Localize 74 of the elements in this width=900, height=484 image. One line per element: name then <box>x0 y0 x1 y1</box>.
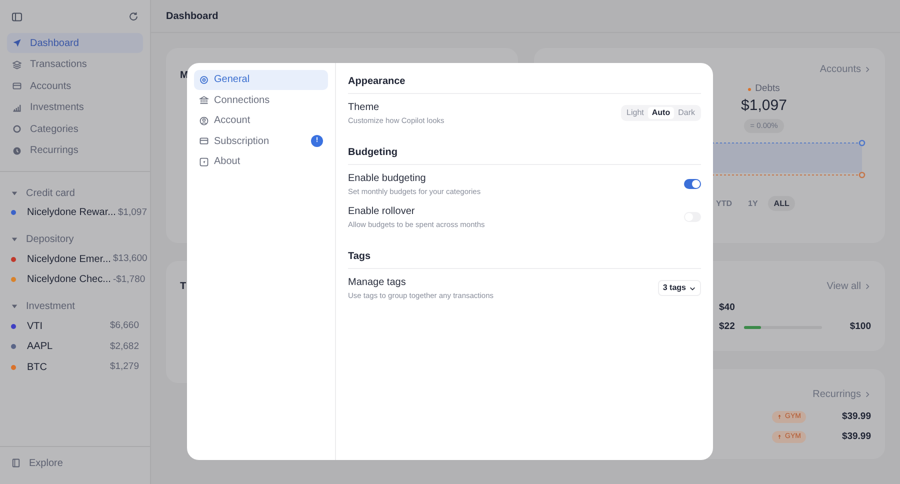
range-tab[interactable]: 1Y <box>742 196 764 212</box>
account-name[interactable]: VTI <box>27 318 43 334</box>
header-link[interactable]: Recurrings <box>812 381 871 407</box>
settings-tab[interactable]: Account <box>194 111 328 130</box>
arrow-up-icon <box>777 434 782 440</box>
account-amount: $1,279 <box>108 360 139 374</box>
chevron-down-icon <box>689 284 696 292</box>
header-link[interactable]: View all <box>826 273 871 299</box>
nav-item[interactable]: Dashboard <box>7 33 143 53</box>
send-icon <box>12 38 22 48</box>
ring-icon <box>12 124 22 134</box>
group-header[interactable]: Investment <box>11 298 139 316</box>
card-icon <box>12 81 22 91</box>
toggle-switch[interactable] <box>684 179 701 189</box>
card-icon <box>199 136 209 146</box>
chevron-icon <box>864 66 871 72</box>
range-tab[interactable]: ALL <box>768 196 796 212</box>
account-name[interactable]: AAPL <box>27 339 53 354</box>
section-title: Appearance <box>348 74 701 94</box>
settings-tab[interactable]: Connections <box>194 90 328 110</box>
arrow-square-icon <box>199 156 209 167</box>
account-amount: $6,660 <box>108 319 139 334</box>
settings-tab[interactable]: General <box>194 70 328 90</box>
nav-item[interactable]: Transactions <box>7 54 143 74</box>
bank-icon <box>199 95 209 106</box>
card-title: T <box>180 281 186 292</box>
page-title: Dashboard <box>166 10 218 24</box>
budget-spent: $22 <box>719 320 736 334</box>
account-amount: $13,600 <box>112 252 148 266</box>
arrow-up-icon <box>777 414 782 420</box>
group-header[interactable]: Credit card <box>11 184 139 202</box>
range-tab[interactable]: YTD <box>710 196 738 212</box>
debts-value: $1,097 <box>741 96 787 116</box>
account-name[interactable]: Nicelydone Rewar... <box>27 205 116 220</box>
account-name[interactable]: Nicelydone Emer... <box>27 252 111 267</box>
settings-tab[interactable]: About <box>194 152 328 172</box>
setting-title: Theme <box>348 100 380 114</box>
tags-dropdown[interactable]: 3 tags <box>658 280 701 296</box>
recurring-amount: $39.99 <box>842 430 871 444</box>
footer-link[interactable]: Explore <box>11 455 139 471</box>
chevron-icon <box>864 390 871 398</box>
budget-spent: $40 <box>719 301 736 316</box>
header-link[interactable]: Accounts <box>820 60 871 78</box>
account-amount: -$1,780 <box>112 272 146 287</box>
chevron-icon <box>864 282 871 290</box>
section-title: Tags <box>348 249 701 269</box>
card-title: M <box>180 70 188 81</box>
section-title: Budgeting <box>348 145 701 165</box>
gear-icon <box>199 74 209 85</box>
nav-item[interactable]: Investments <box>7 98 143 118</box>
setting-title: Enable rollover <box>348 204 416 218</box>
account-amount: $1,097 <box>116 206 147 220</box>
setting-title: Manage tags <box>348 276 407 290</box>
theme-option[interactable]: Auto <box>648 107 674 119</box>
account-name[interactable]: BTC <box>27 360 47 375</box>
account-amount: $2,682 <box>108 340 139 354</box>
recurring-amount: $39.99 <box>842 410 871 424</box>
setting-title: Enable budgeting <box>348 172 427 186</box>
refresh-icon <box>128 11 139 22</box>
nav-item[interactable]: Categories <box>7 119 143 139</box>
theme-option[interactable]: Light <box>622 107 648 119</box>
user-icon <box>199 116 209 126</box>
budget-limit: $100 <box>850 320 871 334</box>
clock-icon <box>12 146 22 156</box>
layers-icon <box>12 60 22 70</box>
theme-option[interactable]: Dark <box>674 107 699 119</box>
sidebar-toggle-icon <box>11 10 23 22</box>
group-header[interactable]: Depository <box>11 230 139 248</box>
bar-chart-icon <box>12 102 22 112</box>
book-icon <box>11 458 21 468</box>
nav-item[interactable]: Accounts <box>7 76 143 96</box>
nav-item[interactable]: Recurrings <box>7 140 143 160</box>
account-name[interactable]: Nicelydone Chec... <box>27 272 111 288</box>
legend-label: Debts <box>755 82 780 96</box>
